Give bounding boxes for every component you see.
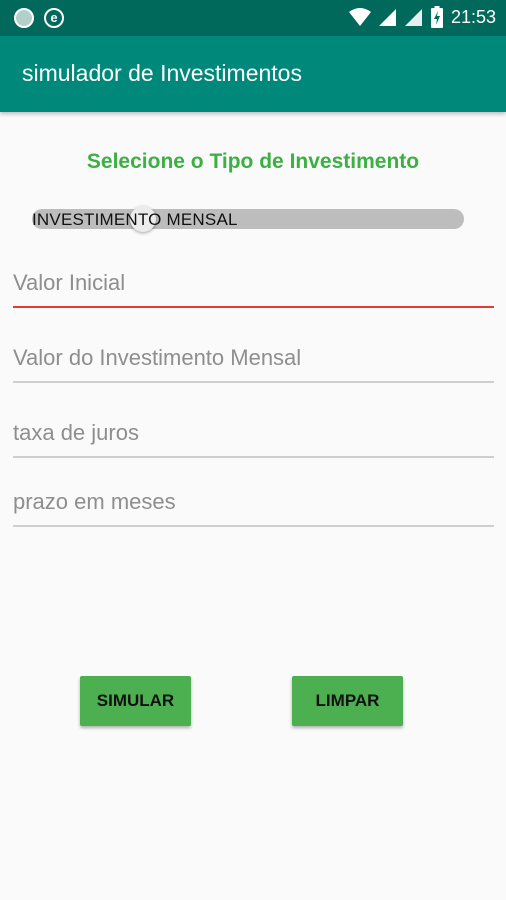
status-time: 21:53 (450, 6, 496, 27)
term-months-input[interactable] (13, 487, 494, 517)
system-icons: 21:53 (348, 6, 496, 28)
interest-rate-underline (13, 456, 494, 458)
initial-value-underline (13, 306, 494, 308)
simulate-button[interactable]: SIMULAR (80, 676, 191, 726)
monthly-investment-underline (13, 381, 494, 383)
monthly-investment-input[interactable] (13, 343, 494, 373)
app-toolbar: simulador de Investimentos (0, 36, 506, 112)
e-notification-icon: e (44, 8, 64, 28)
wifi-icon (348, 8, 371, 26)
initial-value-field (13, 268, 494, 308)
notification-icons: e (14, 8, 64, 28)
status-bar: e 21:53 (0, 0, 506, 36)
term-months-field (13, 487, 494, 527)
interest-rate-input[interactable] (13, 418, 494, 448)
term-months-underline (13, 525, 494, 527)
signal-icon (404, 9, 422, 26)
section-heading: Selecione o Tipo de Investimento (86, 150, 420, 173)
initial-value-input[interactable] (13, 268, 494, 298)
clear-button[interactable]: LIMPAR (292, 676, 403, 726)
battery-charging-icon (430, 6, 443, 28)
interest-rate-field (13, 418, 494, 458)
circle-notification-icon (14, 8, 34, 28)
switch-label: INVESTIMENTO MENSAL (32, 210, 238, 229)
monthly-investment-field (13, 343, 494, 383)
signal-icon (378, 9, 396, 26)
investment-type-switch[interactable]: INVESTIMENTO MENSAL (32, 204, 464, 234)
app-title: simulador de Investimentos (22, 60, 302, 86)
